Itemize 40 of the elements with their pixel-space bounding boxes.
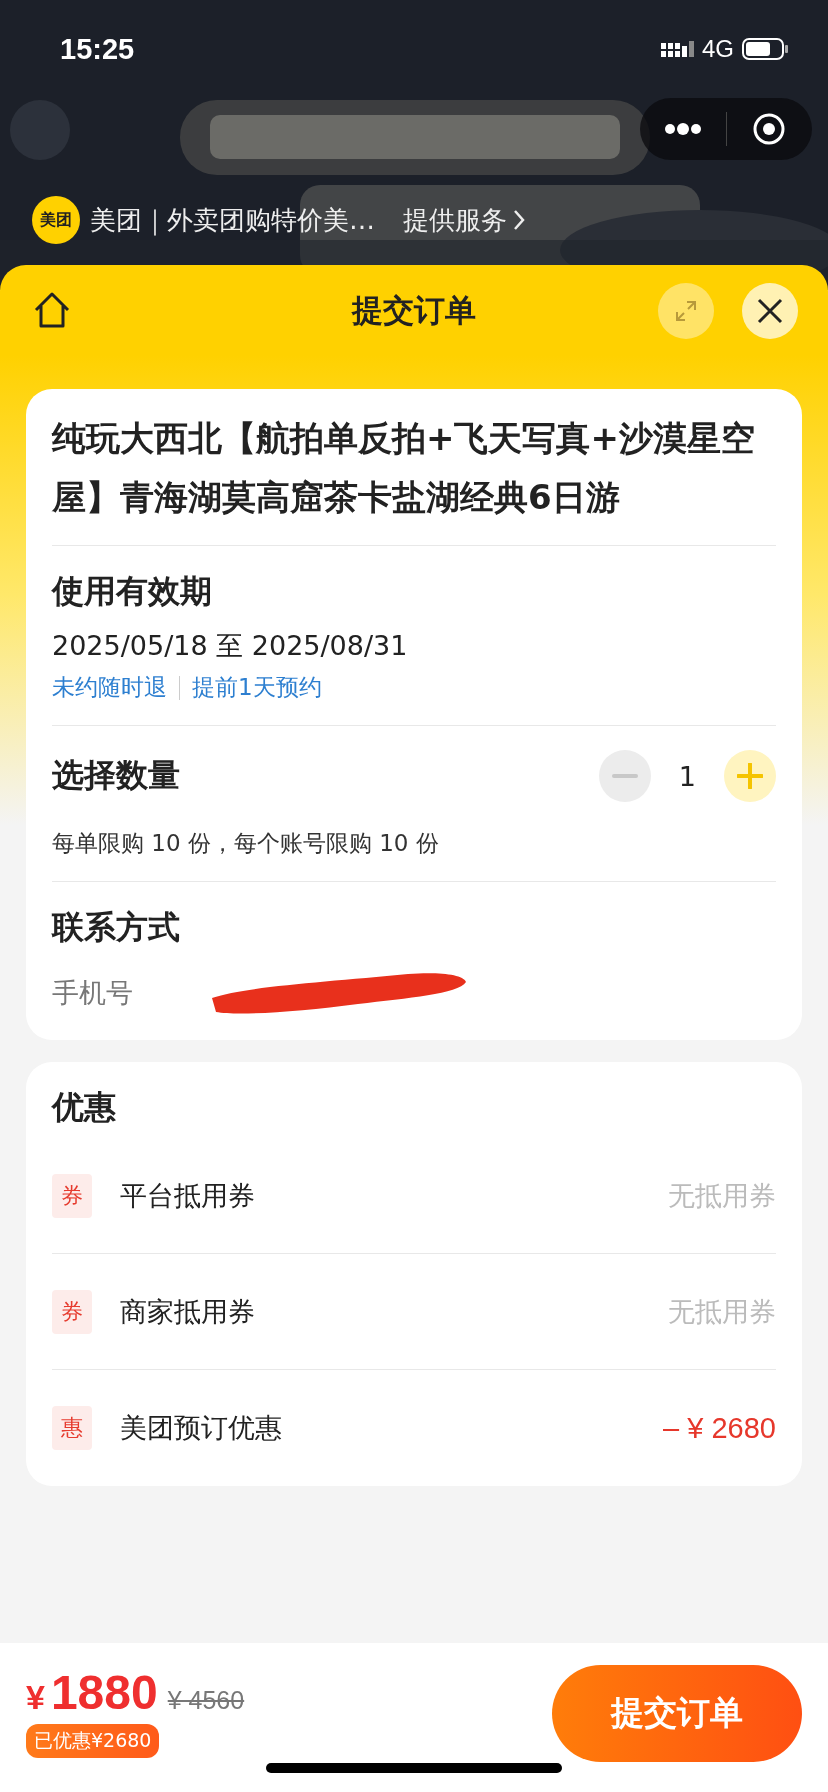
close-icon xyxy=(756,297,784,325)
minus-icon xyxy=(611,774,638,778)
network-label: 4G xyxy=(702,35,734,63)
policy-tag: 未约随时退 xyxy=(52,672,167,703)
quantity-label: 选择数量 xyxy=(52,755,180,796)
discount-amount: – ¥ 2680 xyxy=(663,1411,776,1445)
plus-icon xyxy=(737,763,763,789)
signal-icon xyxy=(661,41,694,57)
phone-label: 手机号 xyxy=(52,976,134,1010)
quantity-value: 1 xyxy=(678,760,696,792)
discount-badge: 惠 xyxy=(52,1406,92,1450)
provider-link[interactable]: 提供服务 xyxy=(403,202,525,238)
discount-name: 平台抵用券 xyxy=(120,1178,256,1213)
discount-badge: 券 xyxy=(52,1289,92,1334)
savings-badge: 已优惠¥2680 xyxy=(26,1724,160,1758)
policy-tag: 提前1天预约 xyxy=(192,672,322,703)
coupon-status[interactable]: 无抵用券 xyxy=(668,1177,776,1214)
submit-button[interactable]: 提交订单 xyxy=(552,1665,802,1762)
discount-name: 美团预订优惠 xyxy=(120,1411,283,1445)
contact-label: 联系方式 xyxy=(52,907,181,948)
close-circle-icon[interactable] xyxy=(752,112,787,146)
product-title: 纯玩大西北【航拍单反拍+飞天写真+沙漠星空屋】青海湖莫高窟茶卡盐湖经典6日游 xyxy=(52,389,776,546)
discount-name: 商家抵用券 xyxy=(120,1294,256,1329)
battery-icon xyxy=(742,38,788,60)
more-icon[interactable] xyxy=(663,122,702,136)
status-time: 15:25 xyxy=(60,32,135,66)
purchase-limit-note: 每单限购 10 份，每个账号限购 10 份 xyxy=(52,829,440,858)
discount-badge: 券 xyxy=(52,1173,92,1218)
page-title: 提交订单 xyxy=(352,292,476,328)
original-price: ¥ 4560 xyxy=(167,1686,245,1715)
coupon-status[interactable]: 无抵用券 xyxy=(668,1293,776,1330)
validity-dates: 2025/05/18 至 2025/08/31 xyxy=(52,629,409,663)
currency-symbol: ¥ xyxy=(26,1678,45,1717)
total-price: 1880 xyxy=(50,1665,158,1720)
close-button[interactable] xyxy=(742,283,798,339)
discount-title: 优惠 xyxy=(52,1087,117,1128)
chevron-icon xyxy=(513,209,525,231)
expand-icon xyxy=(673,298,699,324)
validity-label: 使用有效期 xyxy=(52,571,213,612)
service-name: 美团｜外卖团购特价美… xyxy=(90,203,375,238)
